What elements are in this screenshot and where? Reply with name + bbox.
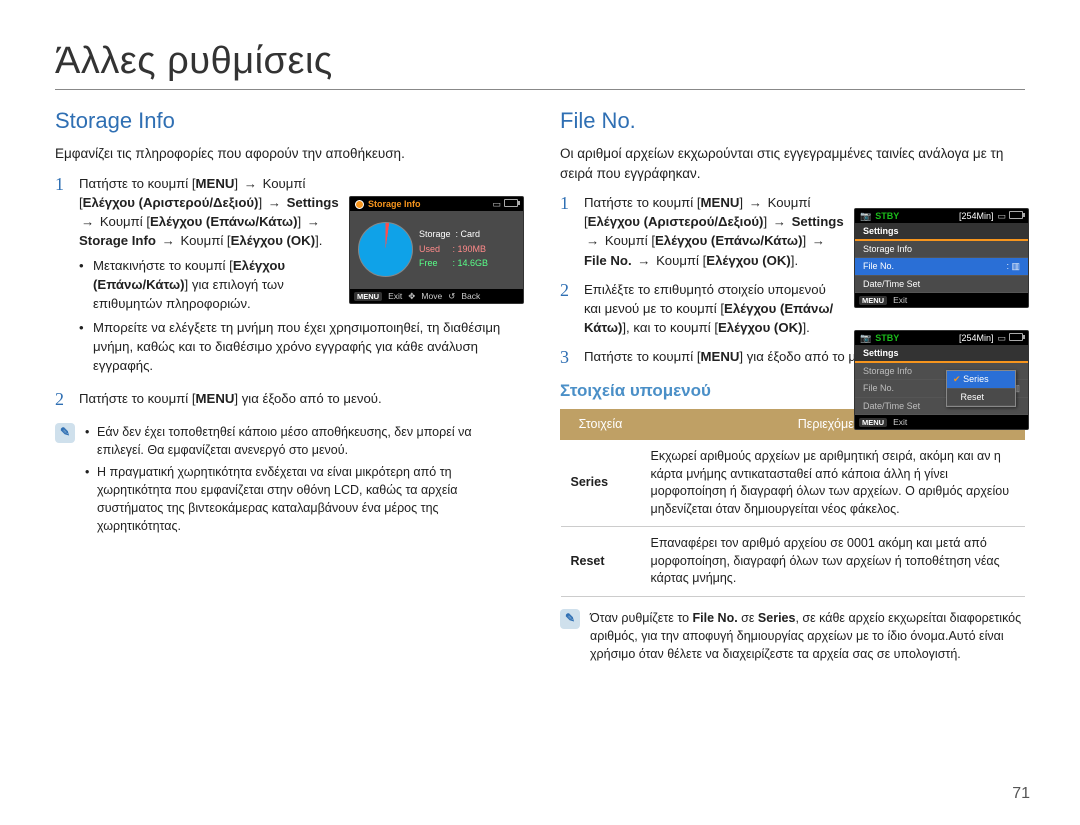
note-body: Εάν δεν έχει τοποθετηθεί κάποιο μέσο απο… — [85, 423, 520, 540]
menu-chip: MENU — [859, 296, 887, 305]
file-no-heading: File No. — [560, 108, 1025, 134]
time-remain: [254Min] — [959, 211, 994, 221]
camera-icon: 📷 — [860, 211, 871, 222]
table-row: Reset Επαναφέρει τον αριθμό αρχείου σε 0… — [561, 527, 1025, 597]
table-header-items: Στοιχεία — [561, 409, 641, 440]
stby-label: STBY — [875, 211, 955, 221]
menu-item-date-time[interactable]: Date/Time Set — [863, 401, 920, 411]
back-label: Back — [461, 291, 480, 301]
file-no-screenshot-2: 📷 STBY [254Min] ▭ Settings Storage Info … — [854, 330, 1029, 430]
page-number: 71 — [1012, 785, 1030, 803]
table-val-reset: Επαναφέρει τον αριθμό αρχείου σε 0001 ακ… — [641, 527, 1025, 597]
storage-value: : Card — [456, 229, 481, 239]
page-title: Άλλες ρυθμίσεις — [55, 40, 1025, 90]
menu-item-file-no[interactable]: File No. — [863, 261, 894, 272]
battery-icon — [1009, 211, 1023, 219]
card-icon: ▭ — [997, 211, 1006, 222]
stby-label: STBY — [875, 333, 955, 343]
storage-info-heading: Storage Info — [55, 108, 520, 134]
step-2-number: 2 — [55, 389, 69, 411]
table-row: Series Εκχωρεί αριθμούς αρχείων με αριθμ… — [561, 440, 1025, 527]
card-icon: ▭ — [997, 333, 1006, 344]
time-remain: [254Min] — [959, 333, 994, 343]
used-value: : 190MB — [453, 244, 487, 254]
file-no-popup: ✔ Series Reset — [946, 370, 1016, 407]
menu-item-storage-info[interactable]: Storage Info — [863, 366, 912, 376]
menu-item-file-no[interactable]: File No. — [863, 383, 894, 394]
storage-label: Storage — [419, 229, 451, 239]
menu-item-date-time[interactable]: Date/Time Set — [863, 279, 920, 289]
exit-label: Exit — [388, 291, 402, 301]
settings-header: Settings — [863, 226, 899, 236]
storage-info-intro: Εμφανίζει τις πληροφορίες που αφορούν τη… — [55, 144, 520, 164]
menu-chip: MENU — [354, 292, 382, 301]
step-1-number: 1 — [55, 174, 69, 379]
r-step-3-number: 3 — [560, 347, 574, 369]
free-label: Free — [419, 258, 438, 268]
menu-item-storage-info[interactable]: Storage Info — [863, 244, 912, 254]
move-label: Move — [421, 291, 442, 301]
note-body: Όταν ρυθμίζετε το File No. σε Series, σε… — [590, 609, 1025, 663]
note-icon: ✎ — [55, 423, 75, 443]
exit-label: Exit — [893, 417, 907, 427]
exit-label: Exit — [893, 295, 907, 305]
table-key-reset: Reset — [561, 527, 641, 597]
move-icon: ✥ — [408, 291, 415, 302]
card-icon: ▭ — [492, 199, 501, 210]
back-icon: ↺ — [448, 291, 455, 302]
menu-chip: MENU — [859, 418, 887, 427]
free-value: : 14.6GB — [453, 258, 489, 268]
file-no-intro: Οι αριθμοί αρχείων εκχωρούνται στις εγγε… — [560, 144, 1025, 183]
table-val-series: Εκχωρεί αριθμούς αρχείων με αριθμητική σ… — [641, 440, 1025, 527]
submenu-table: Στοιχεία Περιεχόμενα Series Εκχωρεί αριθ… — [560, 409, 1025, 597]
battery-icon — [504, 199, 518, 207]
storage-pie-chart — [358, 222, 413, 277]
menu-item-file-no-value-icon: : ▥ — [1006, 261, 1020, 272]
camera-icon: 📷 — [860, 333, 871, 344]
settings-header: Settings — [863, 348, 899, 358]
used-label: Used — [419, 244, 440, 254]
file-no-screenshot-1: 📷 STBY [254Min] ▭ Settings Storage Info … — [854, 208, 1029, 308]
back-indicator-icon — [355, 200, 364, 209]
note-icon: ✎ — [560, 609, 580, 629]
step-2-body: Πατήστε το κουμπί [MENU] για έξοδο από τ… — [79, 389, 520, 411]
r-step-1-number: 1 — [560, 193, 574, 270]
battery-icon — [1009, 333, 1023, 341]
table-key-series: Series — [561, 440, 641, 527]
r-step-2-number: 2 — [560, 280, 574, 337]
popup-option-reset[interactable]: Reset — [947, 389, 1015, 406]
popup-option-series[interactable]: ✔ Series — [947, 371, 1015, 389]
ui-title: Storage Info — [368, 199, 488, 209]
storage-info-screenshot: Storage Info ▭ Storage : Card Used : 190… — [349, 196, 524, 304]
